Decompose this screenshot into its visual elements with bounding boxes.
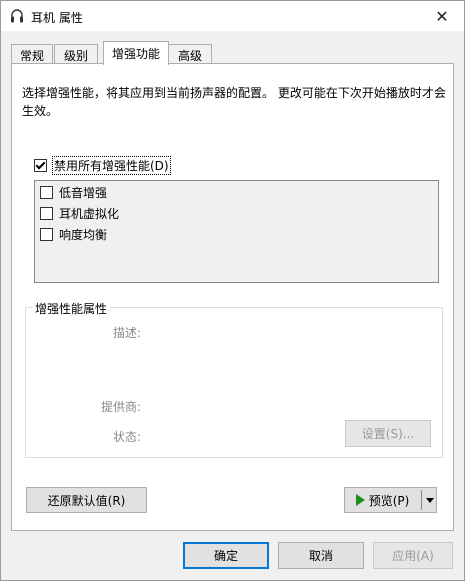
window-title: 耳机 属性 <box>31 11 83 25</box>
cancel-button[interactable]: 取消 <box>278 542 364 569</box>
headphone-virtualization-checkbox[interactable] <box>40 207 53 220</box>
disable-all-checkbox-row[interactable]: 禁用所有增强性能(D) <box>34 156 171 175</box>
tab-advanced[interactable]: 高级 <box>168 44 212 65</box>
preview-dropdown-button[interactable] <box>423 488 437 512</box>
bass-boost-checkbox[interactable] <box>40 186 53 199</box>
enhancements-list: 低音增强 耳机虚拟化 响度均衡 <box>34 180 439 283</box>
enhancements-panel <box>11 63 454 531</box>
title-bar[interactable]: 耳机 属性 ✕ <box>1 1 464 31</box>
enhancements-description: 选择增强性能，将其应用到当前扬声器的配置。 更改可能在下次开始播放时才会生效。 <box>22 86 446 118</box>
preview-split-button[interactable]: 预览(P) <box>344 487 437 513</box>
disable-all-label: 禁用所有增强性能(D) <box>52 156 171 175</box>
group-title: 增强性能属性 <box>32 300 111 317</box>
close-icon: ✕ <box>435 6 449 26</box>
tab-enhancements[interactable]: 增强功能 <box>103 41 169 65</box>
restore-defaults-button[interactable]: 还原默认值(R) <box>26 487 147 513</box>
status-label: 状态: <box>113 430 142 444</box>
tab-levels[interactable]: 级别 <box>54 44 98 65</box>
properties-dialog: 耳机 属性 ✕ 常规 级别 增强功能 高级 选择增强性能，将其应用到当前扬声器的… <box>0 0 465 581</box>
settings-button[interactable]: 设置(S)... <box>345 420 431 447</box>
ok-button[interactable]: 确定 <box>183 542 269 569</box>
close-button[interactable]: ✕ <box>420 1 464 31</box>
chevron-down-icon <box>426 497 434 503</box>
provider-label: 提供商: <box>101 400 142 414</box>
list-item[interactable]: 响度均衡 <box>40 226 107 243</box>
tab-strip: 常规 级别 增强功能 高级 <box>11 41 454 65</box>
loudness-equalization-checkbox[interactable] <box>40 228 53 241</box>
headphone-virtualization-label: 耳机虚拟化 <box>59 207 120 221</box>
list-item[interactable]: 耳机虚拟化 <box>40 205 119 222</box>
preview-button[interactable]: 预览(P) <box>345 488 420 512</box>
bass-boost-label: 低音增强 <box>59 186 108 200</box>
disable-all-checkbox[interactable] <box>34 159 47 172</box>
play-icon <box>355 494 365 506</box>
list-item[interactable]: 低音增强 <box>40 184 107 201</box>
headphones-icon <box>11 9 23 23</box>
preview-label: 预览(P) <box>368 493 410 508</box>
apply-button[interactable]: 应用(A) <box>373 542 453 569</box>
loudness-equalization-label: 响度均衡 <box>59 228 108 242</box>
description-label: 描述: <box>113 326 142 340</box>
tab-general[interactable]: 常规 <box>11 44 53 65</box>
split-divider <box>421 490 422 510</box>
